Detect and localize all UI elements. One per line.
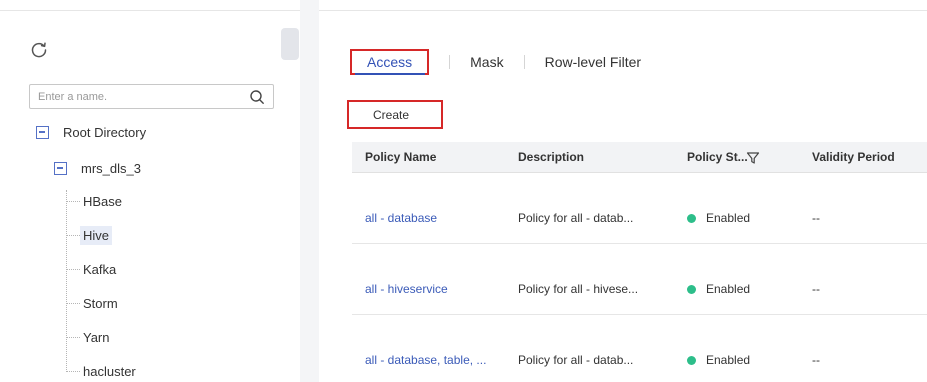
tree-leaf-hacluster[interactable]: hacluster — [66, 360, 139, 382]
policy-validity: -- — [812, 282, 820, 296]
table-row: all - hiveservice Policy for all - hives… — [352, 244, 927, 315]
tree-connector — [66, 268, 80, 270]
tree-leaf-label: Yarn — [83, 329, 110, 345]
tab-access[interactable]: Access — [350, 49, 430, 75]
table-row: all - database Policy for all - datab...… — [352, 173, 927, 244]
policy-name-link[interactable]: all - hiveservice — [365, 282, 448, 296]
tab-separator — [449, 55, 451, 69]
tree-leaf-label: hacluster — [83, 363, 136, 379]
policy-status-label: Enabled — [706, 353, 751, 367]
panel-divider — [300, 0, 319, 382]
policy-management-page: Root Directory mrs_dls_3 HBase Hive Kafk… — [0, 0, 927, 382]
tree-leaf-yarn[interactable]: Yarn — [66, 326, 113, 348]
tree-connector — [66, 200, 80, 202]
tree-leaf-hbase[interactable]: HBase — [66, 190, 125, 212]
active-tab-indicator — [355, 73, 425, 75]
policy-status: Enabled — [687, 282, 750, 296]
policy-validity: -- — [812, 353, 820, 367]
policy-status-label: Enabled — [706, 211, 751, 225]
policy-tabs: Access Mask Row-level Filter — [350, 48, 641, 76]
collapse-icon[interactable] — [36, 125, 49, 139]
tree-node-service[interactable]: mrs_dls_3 — [54, 156, 141, 180]
status-enabled-dot — [687, 285, 696, 294]
column-header-validity-period: Validity Period — [812, 150, 895, 164]
tab-row-level-filter[interactable]: Row-level Filter — [545, 54, 641, 70]
policy-description: Policy for all - datab... — [518, 211, 634, 225]
tab-separator — [523, 55, 525, 69]
service-tree-panel — [0, 11, 300, 382]
tree-search-input[interactable] — [38, 88, 238, 106]
policy-status-label: Enabled — [706, 282, 751, 296]
table-header: Policy Name Description Policy St... Val… — [352, 142, 927, 173]
tab-mask[interactable]: Mask — [470, 54, 503, 70]
policy-table: Policy Name Description Policy St... Val… — [352, 142, 927, 382]
tree-leaf-hive[interactable]: Hive — [66, 224, 113, 246]
refresh-icon[interactable] — [29, 40, 49, 60]
search-icon[interactable] — [249, 89, 265, 105]
policy-status: Enabled — [687, 211, 750, 225]
tree-search-box — [29, 84, 274, 109]
create-button[interactable]: Create — [347, 100, 443, 129]
policy-status: Enabled — [687, 353, 750, 367]
status-enabled-dot — [687, 356, 696, 365]
tree-connector — [66, 370, 80, 372]
filter-icon[interactable] — [746, 151, 760, 165]
tree-node-root[interactable]: Root Directory — [36, 120, 146, 144]
table-row: all - database, table, ... Policy for al… — [352, 315, 927, 382]
tree-leaf-label: HBase — [83, 193, 123, 209]
tree-leaf-label: Kafka — [83, 261, 117, 277]
policy-validity: -- — [812, 211, 820, 225]
collapse-icon[interactable] — [54, 161, 67, 175]
tree-connector — [66, 234, 80, 236]
column-header-policy-name: Policy Name — [365, 150, 437, 164]
tree-leaf-kafka[interactable]: Kafka — [66, 258, 119, 280]
status-enabled-dot — [687, 214, 696, 223]
tree-connector — [66, 302, 80, 304]
policy-description: Policy for all - datab... — [518, 353, 634, 367]
tree-leaf-label: Storm — [83, 295, 118, 311]
panel-collapse-handle[interactable] — [281, 28, 299, 60]
tree-connector — [66, 336, 80, 338]
tree-leaf-storm[interactable]: Storm — [66, 292, 121, 314]
column-header-description: Description — [518, 150, 585, 164]
tree-node-root-label: Root Directory — [63, 124, 147, 140]
tree-leaf-label: Hive — [80, 225, 113, 245]
column-header-policy-status: Policy St... — [687, 150, 748, 164]
tree-node-service-label: mrs_dls_3 — [81, 160, 141, 176]
policy-name-link[interactable]: all - database, table, ... — [365, 353, 486, 367]
policy-name-link[interactable]: all - database — [365, 211, 437, 225]
policy-description: Policy for all - hivese... — [518, 282, 639, 296]
